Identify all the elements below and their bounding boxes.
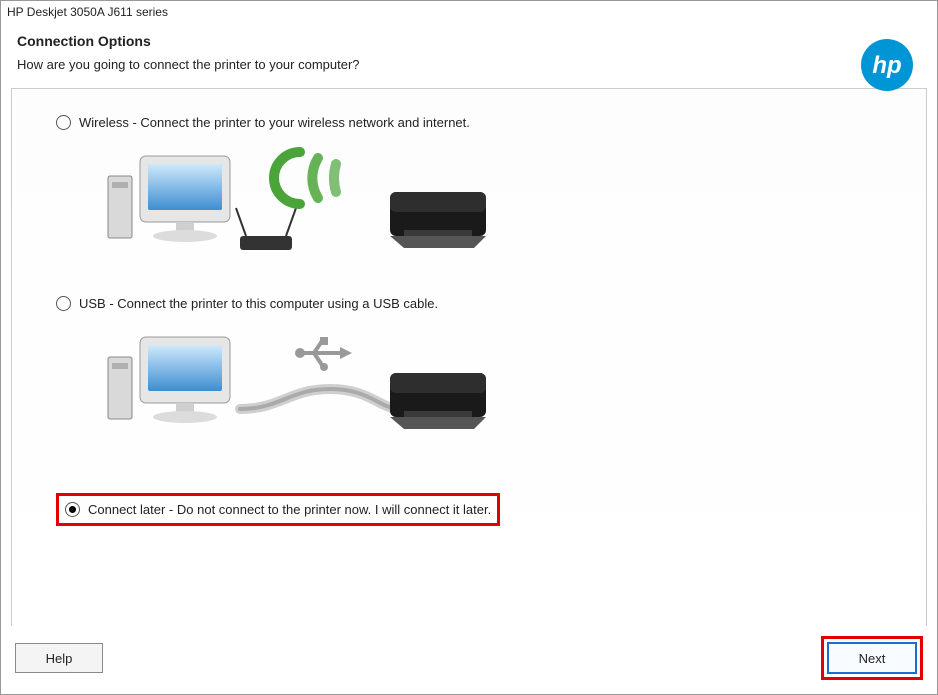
installer-window: HP Deskjet 3050A J611 series Connection … (0, 0, 938, 695)
header: Connection Options How are you going to … (1, 21, 937, 88)
option-wireless[interactable]: Wireless - Connect the printer to your w… (56, 115, 882, 130)
usb-illustration (90, 319, 882, 449)
option-usb-label: USB - Connect the printer to this comput… (79, 296, 438, 311)
next-button-highlight: Next (821, 636, 923, 680)
wireless-illustration (90, 138, 882, 268)
footer: Help Next (1, 626, 937, 694)
svg-text:hp: hp (872, 52, 901, 79)
help-button[interactable]: Help (15, 643, 103, 673)
hp-logo-icon: hp (859, 37, 915, 96)
window-title: HP Deskjet 3050A J611 series (1, 1, 937, 21)
radio-later-icon[interactable] (65, 502, 80, 517)
radio-usb-icon[interactable] (56, 296, 71, 311)
option-later-label[interactable]: Connect later - Do not connect to the pr… (88, 502, 491, 517)
next-button[interactable]: Next (827, 642, 917, 674)
radio-wireless-icon[interactable] (56, 115, 71, 130)
page-title: Connection Options (17, 33, 921, 49)
content-panel: Wireless - Connect the printer to your w… (11, 88, 927, 626)
option-usb[interactable]: USB - Connect the printer to this comput… (56, 296, 882, 311)
option-later-highlight: Connect later - Do not connect to the pr… (56, 493, 500, 526)
page-subtitle: How are you going to connect the printer… (17, 57, 921, 72)
option-wireless-label: Wireless - Connect the printer to your w… (79, 115, 470, 130)
